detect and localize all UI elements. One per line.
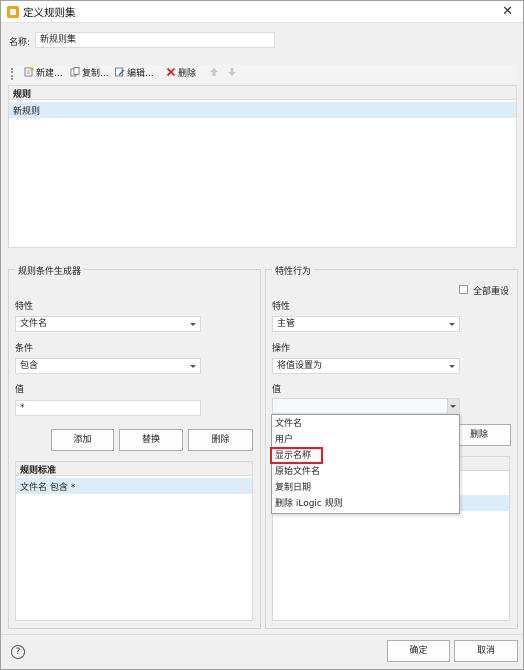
name-input[interactable]: 新规则集: [35, 32, 275, 48]
edit-label: 编辑...: [127, 69, 154, 79]
copy-label: 复制...: [82, 69, 109, 79]
dropdown-option[interactable]: 原始文件名: [275, 465, 320, 479]
pb-property-value: 主管: [277, 319, 296, 329]
cb-value-input[interactable]: *: [15, 400, 201, 416]
value-dropdown-list[interactable]: 文件名 用户 显示名称 原始文件名 复制日期 删除 iLogic 规则: [271, 414, 460, 514]
cb-property-value: 文件名: [20, 319, 48, 329]
title-bar: 定义规则集 ✕: [1, 1, 523, 23]
arrow-up-icon: [209, 67, 219, 77]
define-ruleset-dialog: 定义规则集 ✕ 名称: 新规则集 新建... 复制... 编辑... 删除 规则…: [0, 0, 524, 670]
pb-property-label: 特性: [272, 302, 291, 312]
cb-condition-label: 条件: [15, 344, 34, 354]
copy-icon: [70, 67, 80, 77]
criteria-list[interactable]: 规则标准 文件名 包含 *: [15, 461, 253, 621]
delete-label: 删除: [178, 69, 197, 79]
chevron-down-icon: [190, 323, 196, 326]
app-icon: [7, 6, 19, 18]
cb-value-label: 值: [15, 385, 25, 395]
cancel-button[interactable]: 取消: [454, 640, 518, 662]
dropdown-option[interactable]: 文件名: [275, 417, 302, 431]
chevron-down-icon: [449, 365, 455, 368]
cb-condition-select[interactable]: 包含: [15, 358, 201, 374]
reset-all-label: 全部重设: [473, 287, 510, 297]
rules-list-header: 规则: [9, 86, 516, 100]
rules-list[interactable]: 规则 新规则: [8, 85, 517, 248]
combo-button[interactable]: [447, 399, 459, 413]
replace-button[interactable]: 替换: [119, 429, 183, 451]
copy-button[interactable]: 复制...: [70, 67, 109, 81]
delete-icon: [166, 67, 176, 77]
cb-property-label: 特性: [15, 302, 34, 312]
rules-toolbar: 新建... 复制... 编辑... 删除: [8, 65, 517, 83]
name-label: 名称:: [9, 38, 31, 48]
edit-button[interactable]: 编辑...: [115, 67, 154, 81]
dropdown-option[interactable]: 用户: [275, 433, 293, 447]
dropdown-option[interactable]: 删除 iLogic 规则: [275, 497, 343, 511]
ok-button[interactable]: 确定: [387, 640, 450, 662]
reset-all-checkbox[interactable]: [459, 285, 468, 294]
footer-divider: [1, 634, 523, 635]
help-icon[interactable]: ?: [11, 645, 25, 659]
cb-delete-button[interactable]: 删除: [188, 429, 253, 451]
window-title: 定义规则集: [23, 7, 76, 19]
move-down-button[interactable]: [227, 67, 239, 81]
property-behavior-title: 特性行为: [272, 264, 315, 277]
edit-icon: [115, 67, 125, 77]
highlight-annotation: [270, 447, 323, 464]
rules-list-row[interactable]: 新规则: [9, 102, 516, 118]
pb-value-combo[interactable]: [272, 398, 460, 414]
new-icon: [24, 67, 34, 77]
close-icon[interactable]: ✕: [502, 4, 513, 19]
cb-condition-value: 包含: [20, 361, 39, 371]
condition-builder-title: 规则条件生成器: [15, 264, 85, 277]
add-button[interactable]: 添加: [51, 429, 114, 451]
pb-operation-label: 操作: [272, 344, 291, 354]
pb-value-label: 值: [272, 385, 282, 395]
dropdown-option[interactable]: 复制日期: [275, 481, 311, 495]
delete-button[interactable]: 删除: [166, 67, 196, 81]
new-label: 新建...: [36, 69, 63, 79]
chevron-down-icon: [450, 405, 456, 408]
new-button[interactable]: 新建...: [24, 67, 63, 81]
criteria-list-header: 规则标准: [16, 462, 252, 476]
toolbar-grip: [11, 68, 13, 80]
pb-operation-select[interactable]: 将值设置为: [272, 358, 460, 374]
pb-operation-value: 将值设置为: [277, 361, 323, 371]
pb-property-select[interactable]: 主管: [272, 316, 460, 332]
arrow-down-icon: [227, 67, 237, 77]
criteria-list-row[interactable]: 文件名 包含 *: [16, 478, 252, 494]
chevron-down-icon: [190, 365, 196, 368]
move-up-button[interactable]: [209, 67, 221, 81]
chevron-down-icon: [449, 323, 455, 326]
cb-property-select[interactable]: 文件名: [15, 316, 201, 332]
